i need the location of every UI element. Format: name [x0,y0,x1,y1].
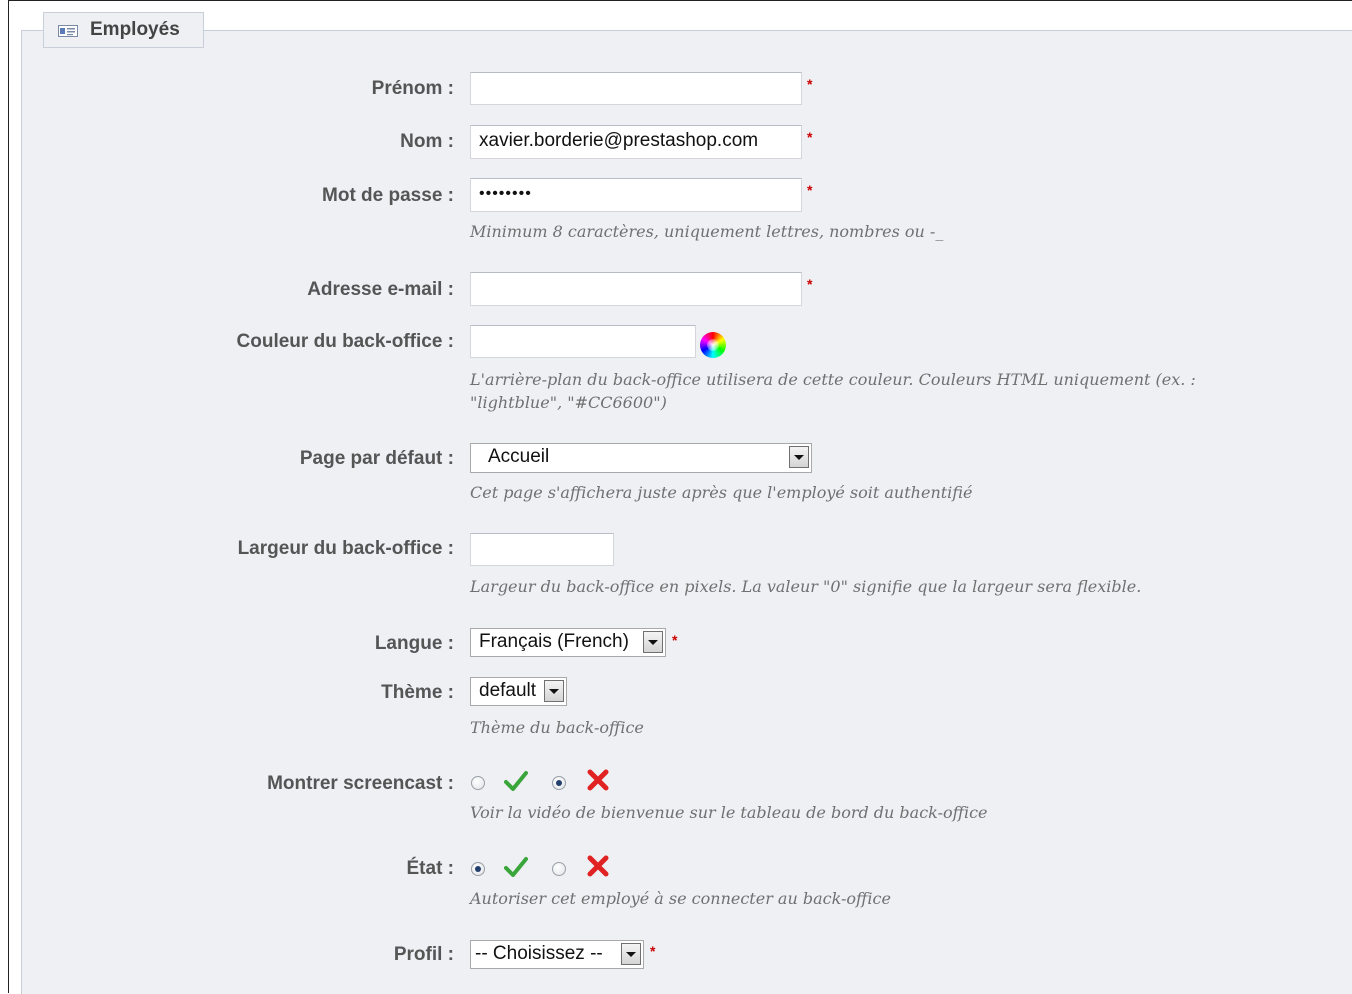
lastname-label: Nom : [400,131,454,152]
profile-label: Profil : [393,944,454,965]
password-label: Mot de passe : [322,185,454,206]
email-input[interactable] [470,272,802,306]
state-yes-radio[interactable] [471,862,485,876]
check-icon [504,771,528,791]
color-picker-icon[interactable] [700,332,726,358]
profile-value: -- Choisissez -- [475,943,603,964]
chevron-down-icon[interactable] [789,446,809,468]
state-no-radio[interactable] [552,862,566,876]
required-marker: * [807,276,813,292]
employee-form-panel [21,30,1352,994]
default-page-label: Page par défaut : [299,448,454,469]
bo-color-label: Couleur du back-office : [236,331,454,352]
bo-color-help-line1: L'arrière-plan du back-office utilisera … [470,370,1196,389]
default-page-value: Accueil [488,446,550,467]
cross-icon [587,855,609,877]
email-label: Adresse e-mail : [307,279,454,300]
lastname-input[interactable]: xavier.borderie@prestashop.com [470,125,802,159]
window-border-top [8,0,1352,1]
state-help: Autoriser cet employé à se connecter au … [470,889,891,908]
check-icon [504,857,528,877]
section-legend: Employés [43,12,204,48]
theme-value: default [479,680,537,701]
firstname-label: Prénom : [371,78,454,99]
password-help: Minimum 8 caractères, uniquement lettres… [470,222,944,241]
default-page-select[interactable]: Accueil [470,443,812,473]
language-select[interactable]: Français (French) [470,628,666,657]
bo-width-input[interactable] [470,533,614,566]
required-marker: * [650,943,656,959]
required-marker: * [672,632,678,648]
bo-width-label: Largeur du back-office : [237,538,454,559]
theme-select[interactable]: default [470,677,567,706]
chevron-down-icon[interactable] [643,631,663,653]
chevron-down-icon[interactable] [544,680,564,702]
firstname-input[interactable] [470,72,802,105]
cross-icon [587,769,609,791]
theme-label: Thème : [381,682,454,703]
required-marker: * [807,129,813,145]
screencast-yes-radio[interactable] [471,776,485,790]
chevron-down-icon[interactable] [621,943,641,965]
screencast-help: Voir la vidéo de bienvenue sur le tablea… [470,803,988,822]
required-marker: * [807,76,813,92]
theme-help: Thème du back-office [470,718,644,737]
required-marker: * [807,182,813,198]
default-page-help: Cet page s'affichera juste après que l'e… [470,483,973,502]
screencast-label: Montrer screencast : [267,773,454,794]
screencast-no-radio[interactable] [552,776,566,790]
bo-width-help: Largeur du back-office en pixels. La val… [470,577,1142,596]
bo-color-help-line2: "lightblue", "#CC6600") [470,393,667,412]
employee-card-icon [58,24,78,37]
language-label: Langue : [374,633,454,654]
password-input[interactable]: •••••••• [470,178,802,212]
profile-select[interactable]: -- Choisissez -- [470,940,644,969]
section-title: Employés [90,19,180,40]
window-border-left [8,0,9,993]
state-label: État : [406,858,455,879]
bo-color-input[interactable] [470,325,696,358]
language-value: Français (French) [479,631,629,652]
